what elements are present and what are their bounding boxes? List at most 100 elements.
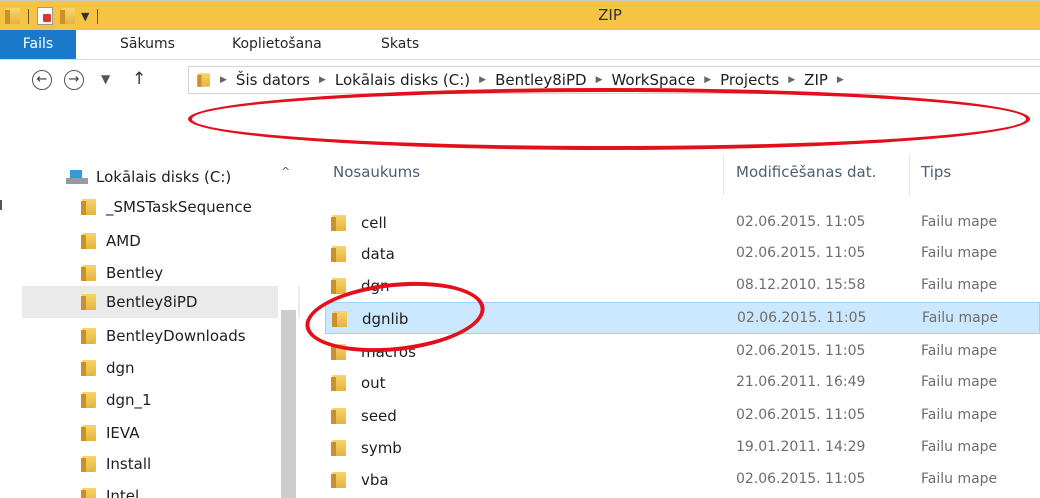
file-row[interactable]: macros 02.06.2015. 11:05 Failu mape: [325, 336, 1040, 368]
tree-item-label: Intel: [106, 487, 140, 498]
folder-icon: [331, 344, 346, 360]
breadcrumb[interactable]: ▶ Šis dators ▶ Lokālais disks (C:) ▶ Ben…: [188, 66, 1040, 94]
column-header-type[interactable]: Tips: [921, 163, 951, 181]
drive-icon: [66, 170, 88, 184]
folder-icon: [81, 199, 96, 215]
chevron-right-icon[interactable]: ▶: [788, 75, 795, 85]
file-date: 19.01.2011. 14:29: [736, 439, 866, 455]
file-row[interactable]: dgn 08.12.2010. 15:58 Failu mape: [325, 270, 1040, 302]
file-date: 02.06.2015. 11:05: [736, 471, 866, 487]
tree-item-label: AMD: [106, 232, 141, 250]
folder-icon: [331, 278, 346, 294]
tree-item[interactable]: Install: [81, 448, 272, 480]
file-type: Failu mape: [921, 471, 998, 487]
breadcrumb-item[interactable]: WorkSpace: [611, 71, 695, 89]
file-type: Failu mape: [921, 245, 998, 261]
tab-home[interactable]: Sākums: [120, 30, 175, 59]
breadcrumb-item[interactable]: Lokālais disks (C:): [335, 71, 470, 89]
file-type: Failu mape: [921, 214, 998, 230]
folder-icon: [81, 328, 96, 344]
folder-icon: [197, 73, 210, 87]
tree-item[interactable]: _SMSTaskSequence: [81, 191, 272, 223]
tree-item-selected[interactable]: Bentley8iPD: [22, 286, 300, 318]
file-type: Failu mape: [921, 374, 998, 390]
chevron-right-icon[interactable]: ▶: [596, 75, 603, 85]
ribbon: Fails Sākums Koplietošana Skats: [0, 30, 1040, 60]
breadcrumb-item[interactable]: Projects: [720, 71, 779, 89]
file-name: macros: [361, 343, 416, 361]
file-row[interactable]: out 21.06.2011. 16:49 Failu mape: [325, 367, 1040, 399]
column-divider[interactable]: [723, 155, 724, 195]
column-header-date[interactable]: Modificēšanas dat.: [736, 163, 876, 181]
breadcrumb-item[interactable]: Šis dators: [236, 71, 310, 89]
folder-icon: [331, 215, 346, 231]
file-name: dgnlib: [362, 310, 409, 328]
tab-share[interactable]: Koplietošana: [232, 30, 322, 59]
tree-item-label: dgn_1: [106, 391, 152, 409]
column-divider[interactable]: [909, 155, 910, 195]
file-row[interactable]: seed 02.06.2015. 11:05 Failu mape: [325, 400, 1040, 432]
tree-item-label: Bentley: [106, 264, 164, 282]
tree-item-label: IEVA: [106, 424, 140, 442]
up-arrow-icon[interactable]: ↑: [132, 69, 146, 89]
file-row[interactable]: vba 02.06.2015. 11:05 Failu mape: [325, 464, 1040, 496]
file-name: symb: [361, 439, 402, 457]
file-name: dgn: [361, 277, 390, 295]
column-header-name[interactable]: Nosaukums: [333, 163, 420, 181]
chevron-right-icon[interactable]: ▶: [319, 75, 326, 85]
tree-root[interactable]: Lokālais disks (C:): [66, 165, 231, 189]
folder-icon: [81, 294, 96, 310]
chevron-right-icon[interactable]: ▶: [220, 75, 227, 85]
file-type: Failu mape: [921, 277, 998, 293]
back-icon[interactable]: ←: [32, 70, 52, 90]
tree-item-label: Install: [106, 455, 152, 473]
address-bar: ← → ▼ ↑ ▶ Šis dators ▶ Lokālais disks (C…: [0, 60, 1040, 100]
scrollbar-thumb[interactable]: [281, 310, 296, 498]
tree-item[interactable]: IEVA: [81, 417, 272, 449]
folder-icon: [331, 246, 346, 262]
chevron-right-icon[interactable]: ▶: [704, 75, 711, 85]
tab-file[interactable]: Fails: [0, 30, 76, 59]
tree-item[interactable]: BentleyDownloads: [81, 320, 272, 352]
folder-icon: [332, 311, 347, 327]
tree-item[interactable]: AMD: [81, 225, 272, 257]
tree-item[interactable]: dgn: [81, 352, 272, 384]
file-name: seed: [361, 407, 397, 425]
folder-icon: [81, 360, 96, 376]
file-row-selected[interactable]: dgnlib 02.06.2015. 11:05 Failu mape: [325, 302, 1040, 334]
file-row[interactable]: cell 02.06.2015. 11:05 Failu mape: [325, 207, 1040, 239]
breadcrumb-item[interactable]: ZIP: [804, 71, 828, 89]
folder-icon: [81, 488, 96, 498]
tree-item[interactable]: Bentley: [81, 257, 272, 289]
file-date: 08.12.2010. 15:58: [736, 277, 866, 293]
file-row[interactable]: symb 19.01.2011. 14:29 Failu mape: [325, 432, 1040, 464]
file-type: Failu mape: [921, 343, 998, 359]
file-row[interactable]: data 02.06.2015. 11:05 Failu mape: [325, 238, 1040, 270]
folder-icon: [331, 375, 346, 391]
file-type: Failu mape: [921, 407, 998, 423]
chevron-down-icon[interactable]: ▼: [101, 72, 110, 86]
folder-icon: [81, 392, 96, 408]
chevron-right-icon[interactable]: ▶: [837, 75, 844, 85]
forward-icon[interactable]: →: [64, 70, 84, 90]
file-date: 02.06.2015. 11:05: [736, 407, 866, 423]
breadcrumb-item[interactable]: Bentley8iPD: [495, 71, 587, 89]
file-type: Failu mape: [921, 439, 998, 455]
file-date: 02.06.2015. 11:05: [736, 343, 866, 359]
chevron-right-icon[interactable]: ▶: [479, 75, 486, 85]
tree-item-label: BentleyDownloads: [106, 327, 246, 345]
file-type: Failu mape: [922, 310, 999, 326]
file-date: 02.06.2015. 11:05: [737, 310, 867, 326]
tree-item[interactable]: dgn_1: [81, 384, 272, 416]
file-name: cell: [361, 214, 387, 232]
window-title: ZIP: [598, 6, 622, 24]
folder-icon: [81, 233, 96, 249]
file-date: 02.06.2015. 11:05: [736, 245, 866, 261]
scroll-up-icon[interactable]: ^: [281, 165, 290, 178]
tab-view[interactable]: Skats: [381, 30, 419, 59]
tree-item[interactable]: Intel: [81, 480, 272, 498]
file-name: data: [361, 245, 395, 263]
sort-caret-icon: ^: [518, 145, 527, 156]
navigation-pane: Lokālais disks (C:) _SMSTaskSequence AMD…: [0, 150, 300, 498]
folder-icon: [331, 472, 346, 488]
